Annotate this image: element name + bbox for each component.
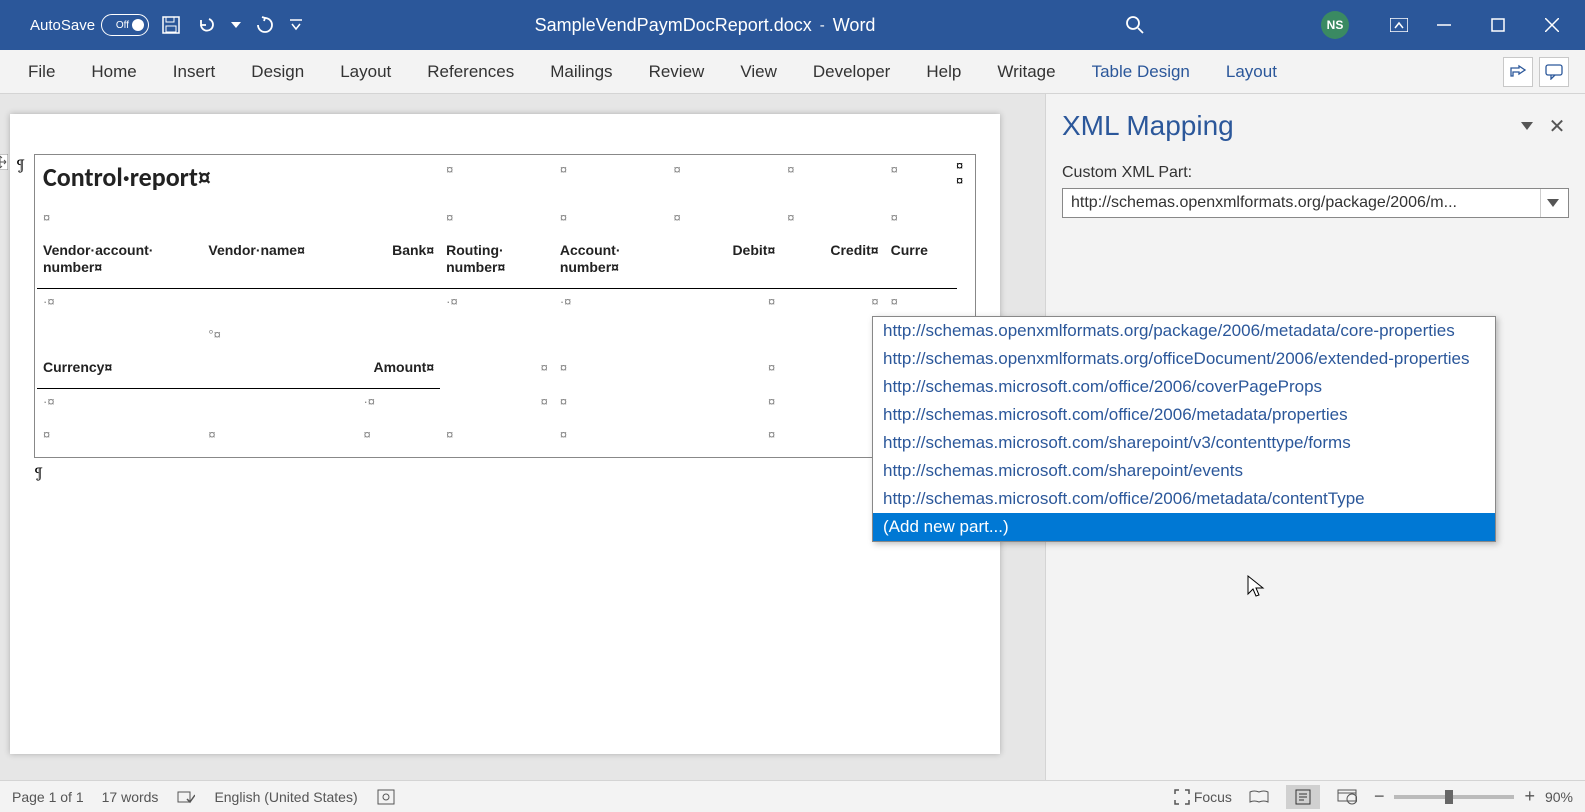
app-name: Word bbox=[833, 15, 876, 36]
degree-mark: °¤ bbox=[208, 327, 220, 342]
title-separator: - bbox=[820, 17, 825, 34]
zoom-slider[interactable] bbox=[1394, 795, 1514, 799]
maximize-button[interactable] bbox=[1475, 9, 1521, 41]
tab-help[interactable]: Help bbox=[908, 50, 979, 93]
tab-insert[interactable]: Insert bbox=[155, 50, 234, 93]
status-language[interactable]: English (United States) bbox=[214, 789, 357, 805]
document-table[interactable]: Control·report¤ ¤ ¤ ¤ ¤ ¤ ¤ ¤ ¤ ¤ ¤ ¤ bbox=[34, 154, 976, 458]
tab-table-design[interactable]: Table Design bbox=[1074, 50, 1208, 93]
xml-part-selected: http://schemas.openxmlformats.org/packag… bbox=[1071, 194, 1560, 212]
status-focus: Focus bbox=[1194, 789, 1232, 805]
tab-developer[interactable]: Developer bbox=[795, 50, 909, 93]
tab-view[interactable]: View bbox=[722, 50, 795, 93]
dropdown-item[interactable]: http://schemas.microsoft.com/sharepoint/… bbox=[873, 429, 1495, 457]
table-anchor-icon[interactable] bbox=[0, 154, 8, 170]
zoom-in-button[interactable]: + bbox=[1524, 786, 1535, 807]
dropdown-item[interactable]: http://schemas.microsoft.com/office/2006… bbox=[873, 373, 1495, 401]
zoom-out-button[interactable]: − bbox=[1374, 786, 1385, 807]
tab-references[interactable]: References bbox=[409, 50, 532, 93]
subcol-amount: Amount¤ bbox=[373, 359, 434, 375]
view-print-icon[interactable] bbox=[1286, 785, 1320, 809]
dropdown-item[interactable]: http://schemas.openxmlformats.org/packag… bbox=[873, 317, 1495, 345]
status-words[interactable]: 17 words bbox=[102, 789, 159, 805]
comments-icon[interactable] bbox=[1539, 57, 1569, 87]
cell-mark: ¤ bbox=[446, 162, 453, 177]
user-avatar[interactable]: NS bbox=[1321, 11, 1349, 39]
dropdown-add-new[interactable]: (Add new part...) bbox=[873, 513, 1495, 541]
user-initials: NS bbox=[1327, 18, 1344, 32]
dropdown-item[interactable]: http://schemas.microsoft.com/sharepoint/… bbox=[873, 457, 1495, 485]
pane-close-icon[interactable]: ✕ bbox=[1545, 114, 1569, 138]
xml-part-select[interactable]: http://schemas.openxmlformats.org/packag… bbox=[1062, 188, 1569, 218]
undo-dropdown-icon[interactable] bbox=[229, 11, 243, 39]
doc-heading: Control·report¤ bbox=[43, 161, 211, 193]
col-vendor-name: Vendor·name¤ bbox=[208, 242, 304, 258]
minimize-button[interactable] bbox=[1421, 9, 1467, 41]
macro-icon[interactable] bbox=[376, 787, 396, 807]
pane-title: XML Mapping bbox=[1062, 110, 1509, 142]
dropdown-item[interactable]: http://schemas.openxmlformats.org/office… bbox=[873, 345, 1495, 373]
tab-review[interactable]: Review bbox=[631, 50, 723, 93]
autosave-toggle[interactable]: Off bbox=[101, 14, 149, 36]
undo-icon[interactable] bbox=[193, 11, 221, 39]
tab-design[interactable]: Design bbox=[233, 50, 322, 93]
end-paragraph-mark: ¶ bbox=[34, 464, 976, 482]
pane-options-icon[interactable] bbox=[1515, 114, 1539, 138]
tab-home[interactable]: Home bbox=[73, 50, 154, 93]
paragraph-mark: ¶ bbox=[16, 156, 25, 174]
tab-layout[interactable]: Layout bbox=[322, 50, 409, 93]
col-currency: Curre bbox=[891, 242, 928, 258]
col-routing: Routing·number¤ bbox=[446, 242, 505, 275]
subcol-currency: Currency¤ bbox=[43, 359, 112, 375]
xml-part-dropdown[interactable]: http://schemas.openxmlformats.org/packag… bbox=[872, 316, 1496, 542]
pane-label: Custom XML Part: bbox=[1062, 164, 1569, 182]
share-icon[interactable] bbox=[1503, 57, 1533, 87]
col-bank: Bank¤ bbox=[392, 242, 434, 258]
focus-icon[interactable]: Focus bbox=[1174, 787, 1232, 807]
autosave-state: Off bbox=[116, 20, 129, 31]
tab-table-layout[interactable]: Layout bbox=[1208, 50, 1295, 93]
view-web-icon[interactable] bbox=[1330, 785, 1364, 809]
dropdown-item[interactable]: http://schemas.microsoft.com/office/2006… bbox=[873, 485, 1495, 513]
row-end-mark: ¤¤ bbox=[956, 158, 963, 188]
tab-file[interactable]: File bbox=[10, 50, 73, 93]
redo-icon[interactable] bbox=[251, 11, 279, 39]
status-page[interactable]: Page 1 of 1 bbox=[12, 789, 84, 805]
save-icon[interactable] bbox=[157, 11, 185, 39]
col-vendor-account: Vendor·account·number¤ bbox=[43, 242, 153, 275]
view-read-icon[interactable] bbox=[1242, 785, 1276, 809]
tab-mailings[interactable]: Mailings bbox=[532, 50, 630, 93]
search-icon[interactable] bbox=[1121, 11, 1149, 39]
chevron-down-icon[interactable] bbox=[1540, 189, 1564, 217]
toggle-knob bbox=[132, 19, 144, 31]
spellcheck-icon[interactable] bbox=[176, 787, 196, 807]
ribbon-display-icon[interactable] bbox=[1385, 11, 1413, 39]
col-account: Account·number¤ bbox=[560, 242, 621, 275]
qat-customize-icon[interactable] bbox=[287, 11, 305, 39]
close-button[interactable] bbox=[1529, 9, 1575, 41]
autosave-label: AutoSave bbox=[30, 17, 95, 34]
zoom-thumb[interactable] bbox=[1445, 790, 1453, 804]
zoom-level[interactable]: 90% bbox=[1545, 789, 1573, 805]
document-name: SampleVendPaymDocReport.docx bbox=[535, 15, 812, 36]
cursor-icon bbox=[1246, 574, 1266, 598]
col-debit: Debit¤ bbox=[732, 242, 775, 258]
col-credit: Credit¤ bbox=[830, 242, 878, 258]
dropdown-item[interactable]: http://schemas.microsoft.com/office/2006… bbox=[873, 401, 1495, 429]
tab-writage[interactable]: Writage bbox=[979, 50, 1073, 93]
